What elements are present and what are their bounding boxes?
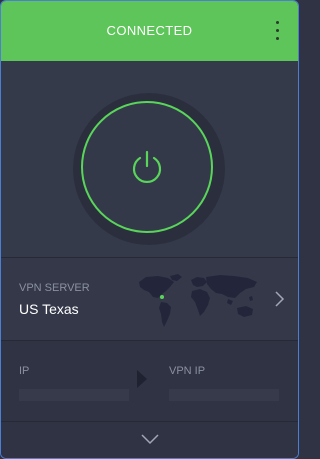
vpn-server-name: US Texas	[19, 301, 79, 317]
ip-info-panel: IP VPN IP	[1, 341, 298, 421]
vpn-ip-value	[169, 389, 279, 401]
chevron-right-icon	[275, 291, 285, 307]
world-map-icon	[139, 274, 257, 327]
power-panel	[1, 61, 298, 257]
vpn-server-label: VPN SERVER	[19, 282, 90, 294]
vpn-window: CONNECTED VPN SERVER US Texas IP VPN IP	[0, 0, 299, 459]
expand-button[interactable]	[1, 422, 298, 458]
power-button[interactable]	[81, 101, 213, 233]
connection-status-bar: CONNECTED	[1, 1, 298, 61]
power-icon	[132, 150, 162, 183]
ip-label: IP	[19, 365, 30, 377]
arrow-right-icon	[137, 370, 147, 388]
vpn-ip-label: VPN IP	[169, 365, 206, 377]
connection-status: CONNECTED	[106, 23, 193, 38]
power-button-ring	[73, 93, 225, 245]
kebab-menu-icon[interactable]	[272, 19, 284, 43]
ip-value	[19, 389, 129, 401]
vpn-server-selector[interactable]: VPN SERVER US Texas	[1, 258, 298, 340]
chevron-down-icon	[141, 434, 159, 445]
